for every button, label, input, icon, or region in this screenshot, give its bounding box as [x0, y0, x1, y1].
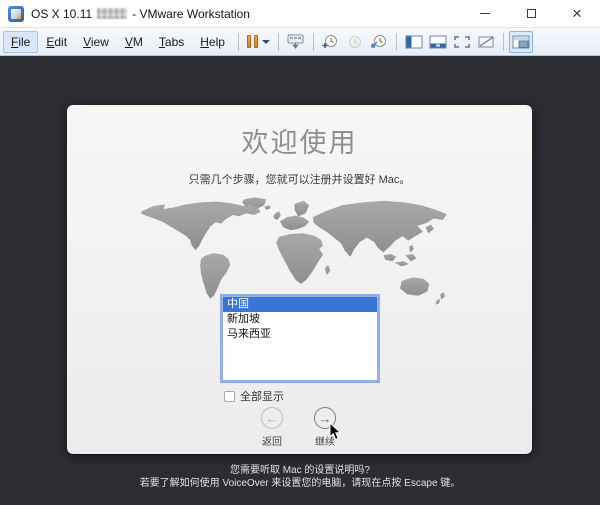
- show-thumbnail-bar-button[interactable]: [426, 31, 450, 53]
- menu-vm[interactable]: VM: [117, 31, 151, 53]
- send-ctrl-alt-del-icon: [287, 34, 304, 49]
- toolbar-separator: [278, 33, 279, 51]
- menu-file[interactable]: File: [3, 31, 38, 53]
- toolbar-separator: [503, 33, 504, 51]
- list-item[interactable]: 中国: [223, 297, 377, 312]
- show-console-view-icon: [512, 35, 530, 49]
- back-label: 返回: [250, 433, 294, 448]
- close-button[interactable]: ✕: [554, 0, 600, 27]
- vmware-window: OS X 10.11 - VMware Workstation ✕ File Ed…: [0, 0, 600, 505]
- setup-panel: 欢迎使用 只需几个步骤，您就可以注册并设置好 Mac。: [67, 105, 532, 454]
- show-console-view-button[interactable]: [509, 31, 533, 53]
- show-all-row: 全部显示: [224, 388, 284, 404]
- unity-mode-button[interactable]: [474, 31, 498, 53]
- back-button[interactable]: ← 返回: [250, 407, 294, 448]
- mouse-cursor: [329, 422, 342, 441]
- pause-button[interactable]: [244, 31, 273, 53]
- voiceover-hint: 您需要听取 Mac 的设置说明吗? 若要了解如何使用 VoiceOver 来设置…: [0, 464, 600, 490]
- full-screen-icon: [453, 35, 471, 49]
- show-all-label: 全部显示: [240, 388, 284, 404]
- show-all-checkbox[interactable]: [224, 391, 235, 402]
- window-title-prefix: OS X 10.11: [31, 7, 92, 21]
- toolbar-separator: [396, 33, 397, 51]
- take-snapshot-button[interactable]: [319, 31, 343, 53]
- send-ctrl-alt-del-button[interactable]: [284, 31, 308, 53]
- window-controls: ✕: [462, 0, 600, 27]
- show-library-button[interactable]: [402, 31, 426, 53]
- voiceover-line2: 若要了解如何使用 VoiceOver 来设置您的电脑，请现在点按 Escape …: [0, 477, 600, 490]
- back-arrow-icon[interactable]: ←: [261, 407, 283, 429]
- menu-view[interactable]: View: [75, 31, 117, 53]
- vmware-app-icon: [8, 6, 24, 22]
- toolbar-separator: [238, 33, 239, 51]
- snapshot-manager-icon: [370, 34, 388, 50]
- menubar: File Edit View VM Tabs Help: [0, 28, 600, 56]
- chevron-down-icon: [262, 40, 270, 44]
- voiceover-line1: 您需要听取 Mac 的设置说明吗?: [0, 464, 600, 477]
- list-item[interactable]: 新加坡: [223, 312, 377, 327]
- revert-snapshot-icon: [346, 34, 363, 50]
- full-screen-button[interactable]: [450, 31, 474, 53]
- snapshot-manager-button[interactable]: [367, 31, 391, 53]
- pause-icon: [247, 35, 258, 48]
- window-title-suffix: - VMware Workstation: [132, 7, 250, 21]
- menu-edit[interactable]: Edit: [38, 31, 75, 53]
- menu-help[interactable]: Help: [192, 31, 233, 53]
- take-snapshot-icon: [322, 34, 339, 50]
- show-library-icon: [405, 35, 423, 49]
- list-item[interactable]: 马来西亚: [223, 327, 377, 342]
- world-map: [135, 195, 465, 309]
- minimize-icon: [480, 13, 490, 14]
- window-title: OS X 10.11 - VMware Workstation: [31, 7, 250, 21]
- maximize-button[interactable]: [508, 0, 554, 27]
- country-listbox[interactable]: 中国 新加坡 马来西亚: [222, 296, 378, 381]
- minimize-button[interactable]: [462, 0, 508, 27]
- unity-mode-icon: [477, 35, 495, 49]
- show-thumbnail-bar-icon: [429, 35, 447, 49]
- vm-console[interactable]: 欢迎使用 只需几个步骤，您就可以注册并设置好 Mac。: [0, 56, 600, 505]
- page-title: 欢迎使用: [67, 121, 532, 160]
- title-redacted-blur: [97, 8, 127, 19]
- page-subtitle: 只需几个步骤，您就可以注册并设置好 Mac。: [67, 171, 532, 187]
- toolbar-separator: [313, 33, 314, 51]
- menu-tabs[interactable]: Tabs: [151, 31, 192, 53]
- maximize-icon: [527, 9, 536, 18]
- titlebar: OS X 10.11 - VMware Workstation ✕: [0, 0, 600, 28]
- revert-snapshot-button: [343, 31, 367, 53]
